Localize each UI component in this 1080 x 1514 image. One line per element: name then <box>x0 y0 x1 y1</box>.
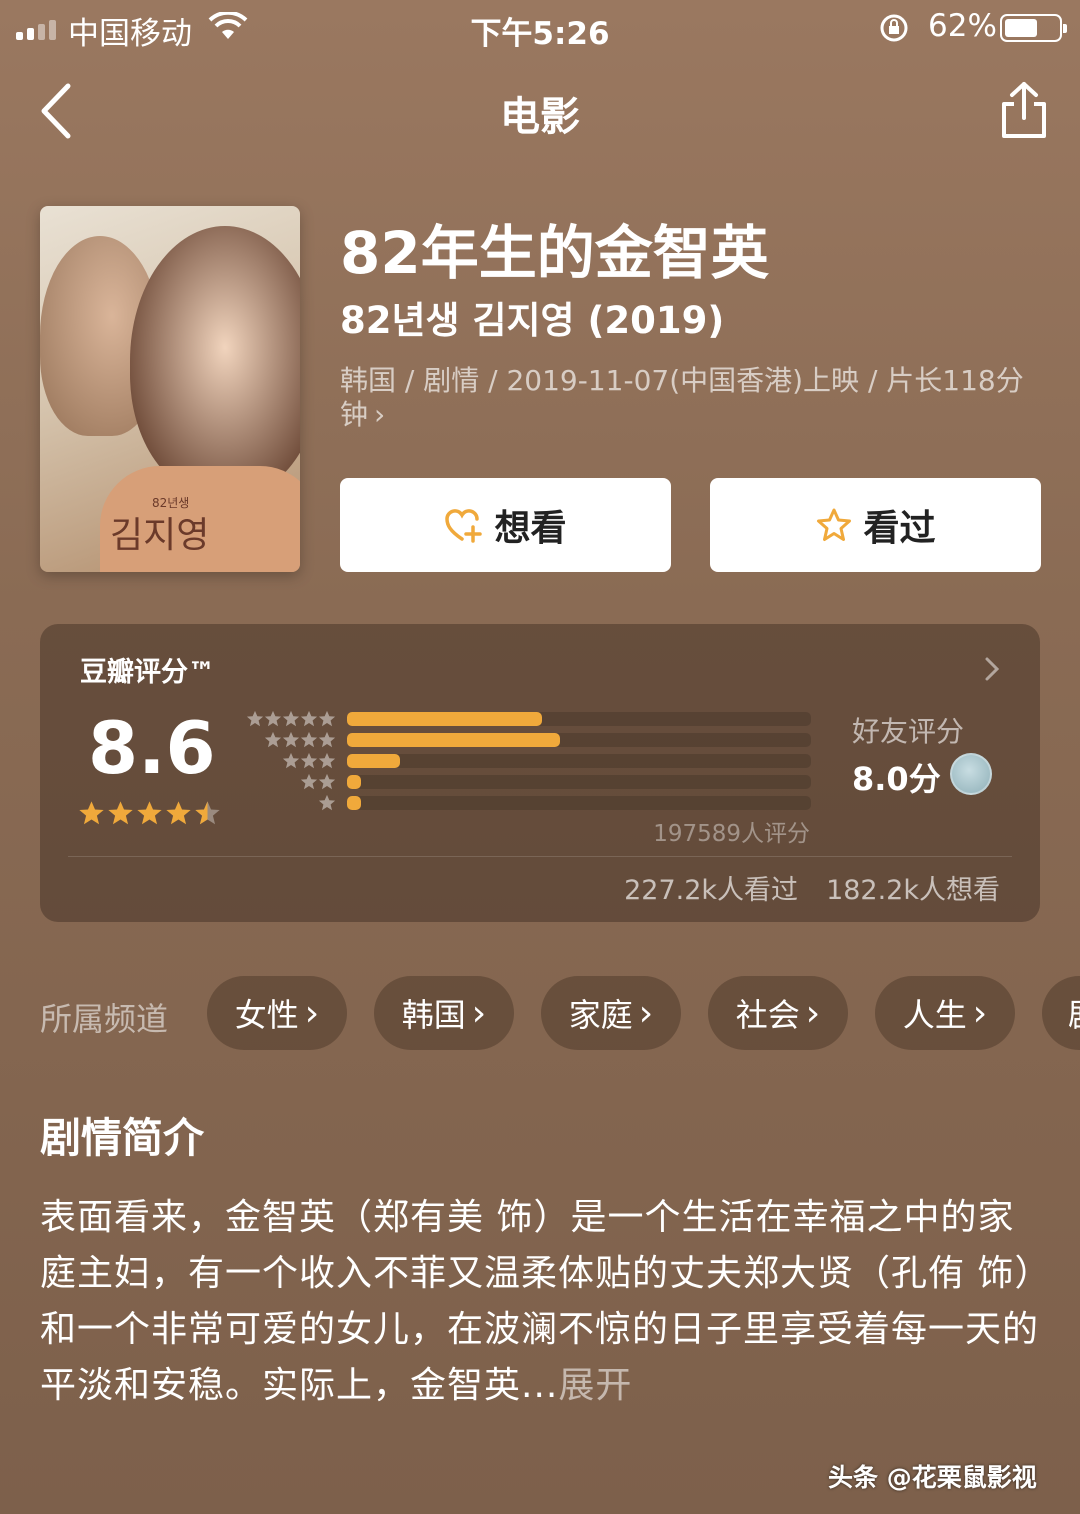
friend-rating-label: 好友评分 <box>852 715 965 748</box>
want-label: 想看 <box>494 508 567 549</box>
distribution-bar-1 <box>347 796 811 810</box>
channel-chip[interactable]: 女性 › <box>207 976 347 1050</box>
star-icon <box>318 773 336 790</box>
star-icon <box>282 731 300 748</box>
chevron-right-icon: › <box>638 992 654 1034</box>
star-icon <box>300 731 318 748</box>
watch-stats: 227.2k人看过 182.2k人想看 <box>624 868 1000 907</box>
friend-avatar[interactable] <box>950 753 992 795</box>
star-icon <box>282 710 300 727</box>
channels-label: 所属频道 <box>40 1000 169 1038</box>
distribution-stars-1 <box>236 794 336 812</box>
want-to-watch-button[interactable]: 想看 <box>340 478 671 572</box>
chevron-right-icon <box>985 657 1000 681</box>
distribution-stars-5 <box>236 710 336 728</box>
seen-count[interactable]: 227.2k人看过 <box>624 868 798 907</box>
distribution-bar-2 <box>347 775 811 789</box>
rating-card[interactable]: 豆瓣评分™ 8.6 197589人评分 好友评分 8.0分 227.2k人看过 … <box>40 624 1040 922</box>
channel-chip-label: 人生 <box>902 996 967 1034</box>
chevron-right-icon: › <box>805 992 821 1034</box>
status-bar: 中国移动 下午5:26 62% <box>0 0 1080 56</box>
rating-count: 197589人评分 <box>653 821 810 847</box>
rating-stars <box>78 800 221 827</box>
movie-poster[interactable]: 82년생 김지영 <box>40 206 300 572</box>
synopsis-body: 表面看来，金智英（郑有美 饰）是一个生活在幸福之中的家庭主妇，有一个收入不菲又温… <box>40 1197 1040 1406</box>
expand-link[interactable]: 展开 <box>558 1365 632 1406</box>
distribution-bar-5 <box>347 712 811 726</box>
channel-chip[interactable]: 剧情› <box>1042 976 1080 1050</box>
channel-chip-label: 女性 <box>234 996 299 1034</box>
distribution-bar-fill <box>347 775 361 789</box>
chevron-right-icon: › <box>972 992 988 1034</box>
distribution-bar-4 <box>347 733 811 747</box>
rating-score: 8.6 <box>88 706 216 790</box>
poster-title: 김지영 <box>110 515 210 556</box>
seen-label: 看过 <box>863 508 936 549</box>
star-icon <box>195 801 220 825</box>
distribution-stars-4 <box>236 731 336 749</box>
chevron-right-icon: › <box>374 398 386 431</box>
battery-percent: 62% <box>928 8 997 44</box>
star-icon <box>264 731 282 748</box>
rotation-lock-icon <box>878 12 910 48</box>
chevron-right-icon: › <box>304 992 320 1034</box>
heart-plus-icon <box>445 509 483 543</box>
star-icon <box>137 801 162 825</box>
star-icon <box>300 710 318 727</box>
movie-title: 82年生的金智英 <box>340 219 769 287</box>
movie-meta-text: 韩国 / 剧情 / 2019-11-07(中国香港)上映 / 片长118分钟 <box>340 364 1024 431</box>
want-count[interactable]: 182.2k人想看 <box>826 868 1000 907</box>
channel-chip[interactable]: 社会 › <box>708 976 848 1050</box>
star-icon <box>318 752 336 769</box>
movie-original-title: 82년생 김지영 (2019) <box>340 299 725 342</box>
distribution-bar-fill <box>347 733 561 747</box>
star-icon <box>282 752 300 769</box>
distribution-bar-fill <box>347 796 361 810</box>
battery-fill <box>1005 19 1038 37</box>
channel-chip[interactable]: 人生 › <box>875 976 1015 1050</box>
movie-meta[interactable]: 韩国 / 剧情 / 2019-11-07(中国香港)上映 / 片长118分钟 › <box>340 364 1040 432</box>
distribution-stars-3 <box>236 752 336 770</box>
share-icon <box>1002 82 1046 138</box>
star-icon <box>264 710 282 727</box>
channel-chip[interactable]: 韩国 › <box>374 976 514 1050</box>
channel-chip-label: 家庭 <box>568 996 633 1034</box>
clock: 下午5:26 <box>470 16 610 52</box>
star-icon <box>318 794 336 811</box>
distribution-bar-3 <box>347 754 811 768</box>
channel-chip-label: 社会 <box>735 996 800 1034</box>
battery-icon <box>1000 14 1067 42</box>
star-icon <box>300 773 318 790</box>
rating-title: 豆瓣评分™ <box>80 657 215 688</box>
synopsis-title: 剧情简介 <box>40 1114 204 1162</box>
star-icon <box>318 731 336 748</box>
page-title: 电影 <box>500 94 580 140</box>
distribution-stars-2 <box>236 773 336 791</box>
star-icon <box>300 752 318 769</box>
channel-chip-label: 剧情 <box>1068 990 1080 1036</box>
star-icon <box>166 801 191 825</box>
channel-chip[interactable]: 家庭 › <box>541 976 681 1050</box>
distribution-bar-fill <box>347 754 401 768</box>
friend-rating-score: 8.0分 <box>852 760 941 798</box>
star-icon <box>79 801 104 825</box>
synopsis-text: 表面看来，金智英（郑有美 饰）是一个生活在幸福之中的家庭主妇，有一个收入不菲又温… <box>40 1190 1040 1414</box>
star-icon <box>108 801 133 825</box>
star-outline-icon <box>817 508 852 541</box>
watermark: 头条 @花栗鼠影视 <box>828 1463 1037 1492</box>
share-button[interactable] <box>996 80 1052 142</box>
distribution-bar-fill <box>347 712 542 726</box>
divider <box>68 856 1012 857</box>
star-icon <box>318 710 336 727</box>
channel-chip-label: 韩国 <box>401 996 466 1034</box>
star-icon <box>246 710 264 727</box>
watched-button[interactable]: 看过 <box>710 478 1041 572</box>
chevron-right-icon: › <box>471 992 487 1034</box>
